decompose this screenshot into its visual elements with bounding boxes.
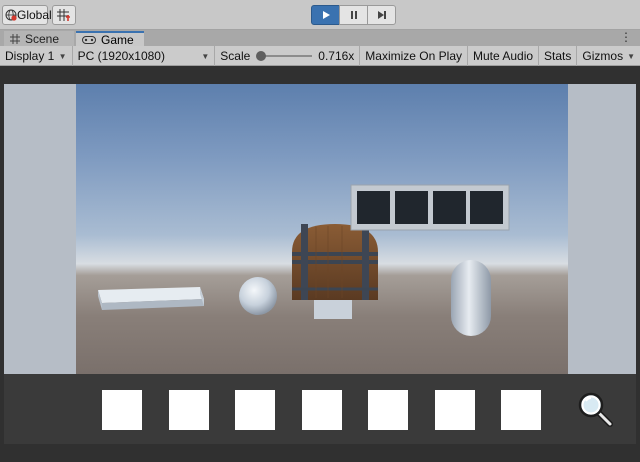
main-toolbar: Global (0, 0, 640, 30)
play-button[interactable] (311, 5, 340, 25)
inventory-slot[interactable] (169, 390, 209, 430)
stats-toggle[interactable]: Stats (539, 46, 578, 66)
global-icon (5, 9, 17, 21)
grid-snap-icon (57, 9, 70, 21)
tab-menu-icon[interactable]: ⋮ (620, 30, 632, 44)
sphere-object[interactable] (239, 277, 277, 315)
mute-audio-label: Mute Audio (473, 49, 534, 63)
inventory-slot[interactable] (102, 390, 142, 430)
tab-game-label: Game (101, 33, 134, 47)
display-dropdown[interactable]: Display 1 ▼ (0, 46, 73, 66)
global-label: Global (17, 8, 52, 22)
gizmos-toggle[interactable]: Gizmos ▼ (577, 46, 640, 66)
play-controls (311, 5, 396, 25)
scale-value: 0.716x (318, 49, 355, 63)
step-icon (377, 11, 386, 19)
inventory-slot[interactable] (235, 390, 275, 430)
chevron-down-icon: ▼ (201, 51, 210, 61)
window-tab-bar: Scene Game ⋮ (0, 30, 640, 47)
scale-slider-knob[interactable] (256, 51, 267, 61)
letterbox-right (568, 84, 636, 374)
maximize-on-play-toggle[interactable]: Maximize On Play (360, 46, 468, 66)
inventory-slot[interactable] (302, 390, 342, 430)
treasure-chest-object[interactable] (292, 224, 378, 319)
scale-control: Scale 0.716x (215, 46, 361, 66)
chevron-down-icon[interactable]: ▼ (627, 52, 635, 61)
grid-snap-button[interactable] (52, 5, 76, 25)
resolution-dropdown[interactable]: PC (1920x1080) ▼ (73, 46, 216, 66)
gizmos-label: Gizmos (582, 49, 624, 63)
tab-game[interactable]: Game (76, 31, 144, 47)
game-scene[interactable] (76, 84, 568, 374)
cube-object[interactable] (98, 287, 204, 310)
scene-objects (98, 184, 510, 336)
stats-label: Stats (544, 49, 572, 63)
gamepad-icon (82, 35, 96, 45)
scale-label: Scale (220, 49, 251, 63)
inventory-slot[interactable] (501, 390, 541, 430)
chevron-down-icon: ▼ (58, 51, 67, 61)
play-icon (322, 11, 330, 19)
game-view-controls: Display 1 ▼ PC (1920x1080) ▼ Scale 0.716… (0, 46, 640, 66)
magnifier-icon (578, 392, 613, 427)
inspect-button[interactable] (576, 390, 616, 430)
hash-icon (10, 34, 20, 44)
world-slot-frame[interactable] (350, 184, 510, 231)
capsule-object[interactable] (451, 260, 491, 336)
mute-audio-toggle[interactable]: Mute Audio (468, 46, 540, 66)
tab-scene[interactable]: Scene (4, 31, 74, 47)
pause-icon (350, 11, 357, 19)
resolution-label: PC (1920x1080) (77, 49, 165, 63)
letterbox-left (4, 84, 76, 374)
inventory-slot[interactable] (435, 390, 475, 430)
step-button[interactable] (367, 5, 396, 25)
scale-slider[interactable] (256, 51, 313, 61)
display-label: Display 1 (5, 49, 55, 63)
pause-button[interactable] (339, 5, 368, 25)
tab-scene-label: Scene (25, 32, 60, 46)
inventory-slot[interactable] (368, 390, 408, 430)
global-toggle-button[interactable]: Global (2, 5, 52, 25)
maximize-on-play-label: Maximize On Play (365, 49, 462, 63)
